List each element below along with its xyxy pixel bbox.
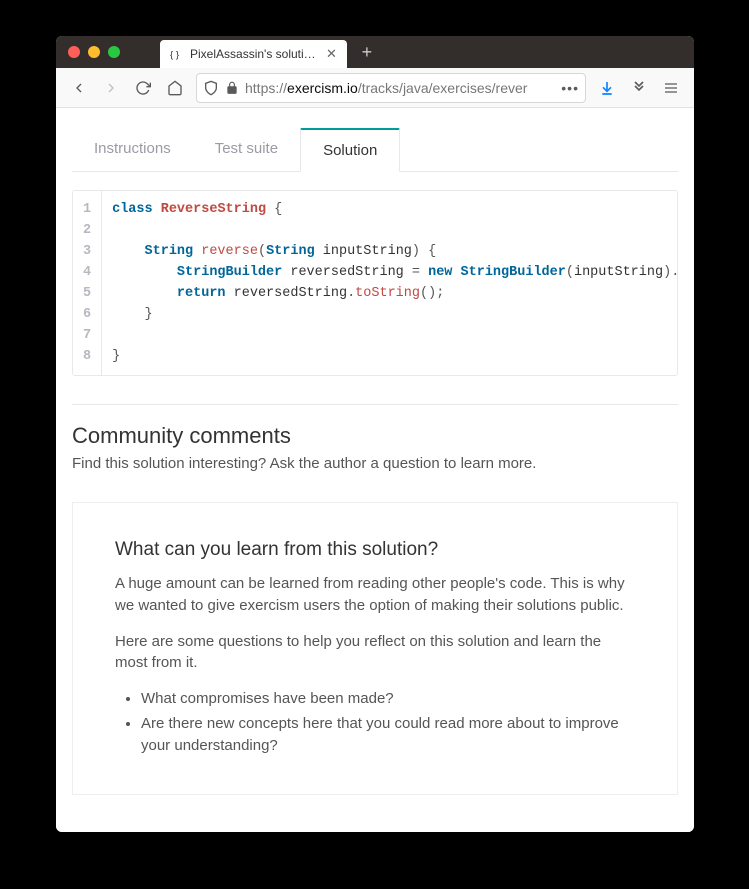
learn-q1: What compromises have been made? — [141, 688, 635, 711]
brace: { — [428, 244, 436, 259]
kw-new: new — [428, 265, 452, 280]
learn-card: What can you learn from this solution? A… — [72, 502, 678, 795]
line-number: 8 — [73, 346, 101, 367]
semi: ; — [436, 286, 444, 301]
page-content: Instructions Test suite Solution 1 2 3 4… — [56, 108, 694, 832]
tab-test-suite[interactable]: Test suite — [193, 128, 300, 171]
svg-text:{ }: { } — [170, 50, 180, 61]
url-host: exercism.io — [287, 80, 358, 96]
parens: () — [420, 286, 436, 301]
window-close-button[interactable] — [68, 46, 80, 58]
back-button[interactable] — [64, 73, 94, 103]
brace: } — [112, 349, 120, 364]
window-minimize-button[interactable] — [88, 46, 100, 58]
op-eq: = — [412, 265, 420, 280]
line-gutter: 1 2 3 4 5 6 7 8 — [73, 191, 102, 375]
method-call: toString — [355, 286, 420, 301]
tab-close-icon[interactable]: ✕ — [326, 46, 337, 62]
line-number: 7 — [73, 325, 101, 346]
traffic-lights — [68, 46, 120, 58]
code-lines[interactable]: class ReverseString { String reverse(Str… — [102, 191, 677, 375]
param-name: inputString — [323, 244, 412, 259]
learn-questions: What compromises have been made? Are the… — [115, 688, 635, 758]
paren: ) — [412, 244, 420, 259]
class-name: ReverseString — [161, 202, 266, 217]
browser-tab[interactable]: { } PixelAssassin's solution to Reve ✕ — [160, 40, 347, 68]
line-number: 6 — [73, 304, 101, 325]
learn-p1: A huge amount can be learned from readin… — [115, 573, 635, 617]
url-text: https://exercism.io/tracks/java/exercise… — [245, 80, 555, 96]
new-tab-button[interactable]: + — [353, 40, 381, 64]
brace: { — [274, 202, 282, 217]
exercism-favicon-icon: { } — [170, 47, 184, 61]
dot: . — [347, 286, 355, 301]
learn-q2: Are there new concepts here that you cou… — [141, 713, 635, 758]
dot: . — [671, 265, 677, 280]
line-number: 3 — [73, 241, 101, 262]
page-actions-icon[interactable]: ••• — [561, 80, 579, 96]
window-zoom-button[interactable] — [108, 46, 120, 58]
titlebar: { } PixelAssassin's solution to Reve ✕ + — [56, 36, 694, 68]
line-number: 5 — [73, 283, 101, 304]
ctor: StringBuilder — [461, 265, 566, 280]
line-number: 2 — [73, 220, 101, 241]
kw-return: return — [177, 286, 226, 301]
line-number: 4 — [73, 262, 101, 283]
community-comments-sub: Find this solution interesting? Ask the … — [72, 455, 678, 472]
code-card: 1 2 3 4 5 6 7 8 class ReverseString { St… — [72, 190, 678, 376]
reload-button[interactable] — [128, 73, 158, 103]
paren: ( — [566, 265, 574, 280]
line-number: 1 — [73, 199, 101, 220]
downloads-button[interactable] — [592, 73, 622, 103]
browser-window: { } PixelAssassin's solution to Reve ✕ + — [56, 36, 694, 832]
tab-strip: { } PixelAssassin's solution to Reve ✕ + — [160, 36, 381, 68]
address-bar[interactable]: https://exercism.io/tracks/java/exercise… — [196, 73, 586, 103]
paren: ( — [258, 244, 266, 259]
divider — [72, 404, 678, 405]
tab-instructions[interactable]: Instructions — [72, 128, 193, 171]
type-stringbuilder: StringBuilder — [177, 265, 282, 280]
community-comments-heading: Community comments — [72, 423, 678, 449]
var-name: reversedString — [290, 265, 403, 280]
paren: ) — [663, 265, 671, 280]
arg: inputString — [574, 265, 663, 280]
type-string: String — [145, 244, 194, 259]
forward-button[interactable] — [96, 73, 126, 103]
brace: } — [145, 307, 153, 322]
browser-toolbar: https://exercism.io/tracks/java/exercise… — [56, 68, 694, 108]
overflow-button[interactable] — [624, 73, 654, 103]
code-block: 1 2 3 4 5 6 7 8 class ReverseString { St… — [73, 191, 677, 375]
url-path: /tracks/java/exercises/rever — [358, 80, 528, 96]
learn-p2: Here are some questions to help you refl… — [115, 631, 635, 675]
lock-icon[interactable] — [225, 81, 239, 95]
kw-class: class — [112, 202, 153, 217]
tab-solution[interactable]: Solution — [300, 128, 400, 172]
learn-heading: What can you learn from this solution? — [115, 539, 635, 561]
method-name: reverse — [201, 244, 258, 259]
var-name: reversedString — [234, 286, 347, 301]
tracking-shield-icon[interactable] — [203, 80, 219, 96]
browser-tab-title: PixelAssassin's solution to Reve — [190, 47, 320, 61]
menu-button[interactable] — [656, 73, 686, 103]
solution-tabs: Instructions Test suite Solution — [72, 128, 678, 172]
type-string: String — [266, 244, 315, 259]
home-button[interactable] — [160, 73, 190, 103]
url-prefix: https:// — [245, 80, 287, 96]
